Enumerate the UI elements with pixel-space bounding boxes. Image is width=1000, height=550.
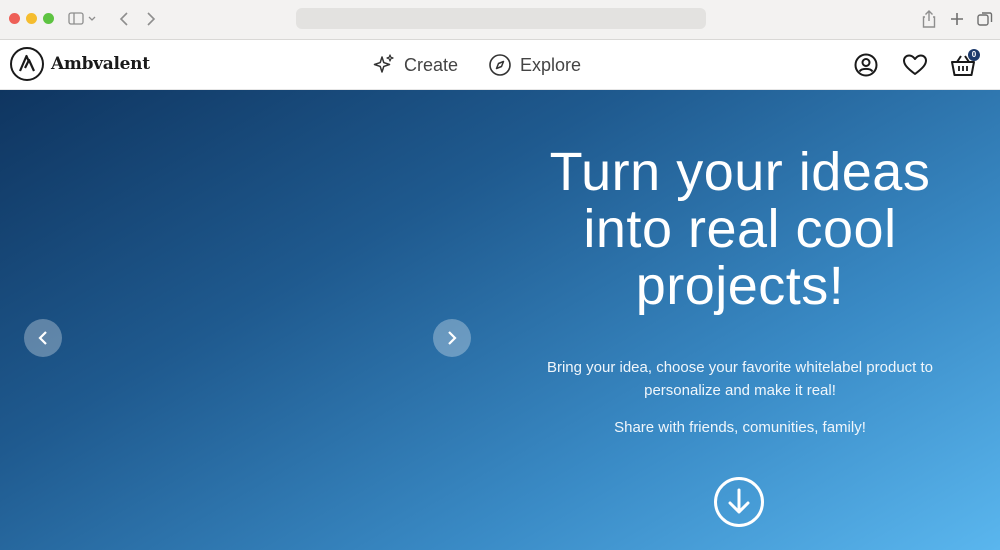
carousel-prev-button[interactable]: [24, 319, 62, 357]
carousel-next-button[interactable]: [433, 319, 471, 357]
hero-title: Turn your ideas into real cool projects!: [549, 142, 931, 316]
hero-share-text: Share with friends, comunities, family!: [614, 419, 866, 436]
minimize-window-button[interactable]: [26, 13, 37, 24]
cart-button[interactable]: 0: [950, 49, 980, 78]
chevron-right-icon: [448, 331, 457, 345]
chevron-right-icon[interactable]: [143, 10, 159, 28]
chevron-left-icon: [38, 331, 47, 345]
nav-explore[interactable]: Explore: [488, 51, 581, 79]
arrow-down-circle-icon: [714, 477, 764, 527]
address-bar[interactable]: [296, 8, 706, 29]
hero-subtitle: Bring your idea, choose your favorite wh…: [546, 359, 934, 399]
sparkle-icon: [373, 54, 394, 73]
scroll-down-button[interactable]: [713, 476, 765, 528]
compass-icon: [489, 54, 511, 76]
hero-banner: Turn your ideas into real cool projects!…: [0, 90, 1000, 550]
brand-logo[interactable]: Ambvalent: [9, 46, 150, 82]
nav-create-label: Create: [404, 54, 459, 75]
nav-create[interactable]: Create: [372, 51, 458, 79]
nav-explore-label: Explore: [520, 54, 582, 75]
sidebar-toggle-icon[interactable]: [68, 11, 96, 27]
tabs-icon[interactable]: [976, 9, 994, 29]
share-icon[interactable]: [920, 9, 938, 29]
close-window-button[interactable]: [9, 13, 20, 24]
plus-icon[interactable]: [948, 9, 966, 29]
browser-toolbar: [0, 0, 1000, 40]
chevron-left-icon[interactable]: [116, 10, 132, 28]
user-icon: [854, 53, 878, 77]
brand-logo-icon: [10, 47, 44, 81]
account-button[interactable]: [853, 52, 879, 78]
zoom-window-button[interactable]: [43, 13, 54, 24]
favorites-button[interactable]: [902, 52, 928, 78]
brand-name: Ambvalent: [51, 54, 150, 74]
site-header: Ambvalent Create Explore 0: [0, 40, 1000, 90]
heart-icon: [903, 54, 927, 75]
cart-count-badge: 0: [968, 49, 980, 61]
